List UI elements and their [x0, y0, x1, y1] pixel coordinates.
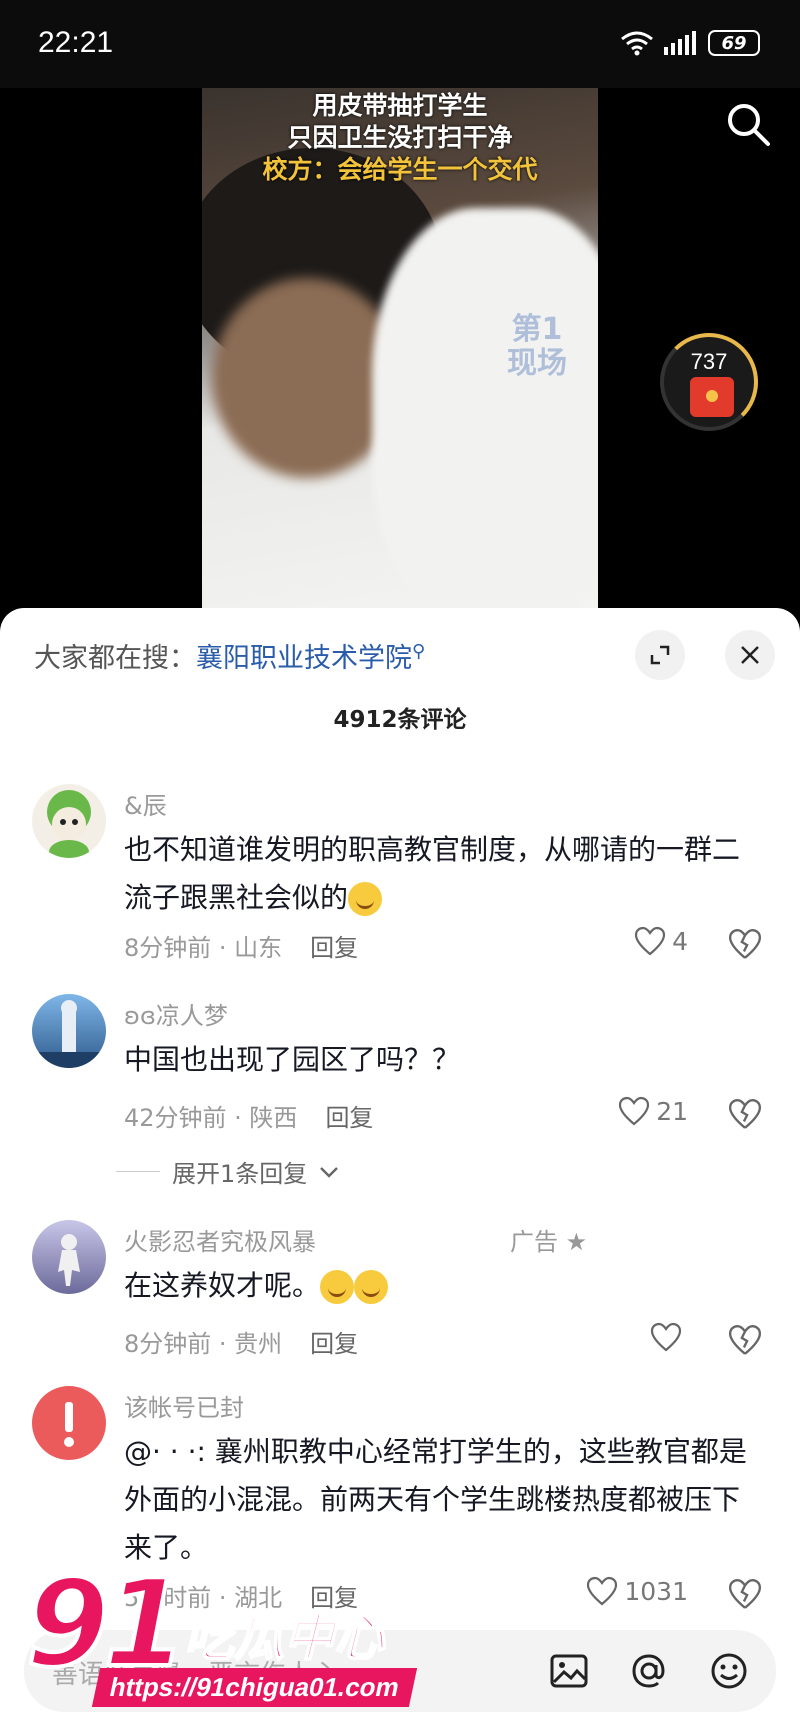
- comment-username[interactable]: &辰: [124, 786, 167, 821]
- image-button[interactable]: [544, 1646, 594, 1696]
- comment-text: 中国也出现了园区了吗？？: [124, 1043, 461, 1076]
- statue-avatar-icon: [32, 1000, 106, 1068]
- wifi-icon: [621, 31, 653, 56]
- comment-username[interactable]: ʚɞ凉人梦: [124, 996, 228, 1031]
- smirk-emoji-icon: [320, 1270, 355, 1304]
- comment-item: &辰 也不知道谁发明的职高教官制度，从哪请的一群二流子跟黑社会似的 8分钟前 ·…: [0, 784, 800, 984]
- alert-icon: [64, 1402, 74, 1447]
- battery-level: 69: [721, 32, 747, 54]
- video-caption: 用皮带抽打学生 只因卫生没打扫干净 校方：会给学生一个交代: [202, 88, 598, 186]
- broken-heart-icon: [728, 1325, 762, 1355]
- reply-button[interactable]: 回复: [325, 1104, 373, 1132]
- dislike-button[interactable]: [728, 1324, 762, 1358]
- status-time: 22:21: [38, 26, 114, 59]
- at-icon: [632, 1654, 665, 1688]
- hot-search-keyword[interactable]: 襄阳职业技术学院: [196, 643, 412, 674]
- comment-text-body: 也不知道谁发明的职高教官制度，从哪请的一群二流子跟黑社会似的: [124, 833, 741, 914]
- hot-search-label: 大家都在搜：: [34, 643, 196, 674]
- dislike-button[interactable]: [728, 1098, 762, 1132]
- broken-heart-icon: [728, 1099, 762, 1129]
- expand-icon: [650, 645, 670, 665]
- comment-time: 42分钟前 · 陕西: [124, 1104, 298, 1132]
- battery-icon: 69: [708, 30, 760, 56]
- avatar[interactable]: [32, 1386, 106, 1460]
- comment-meta: 42分钟前 · 陕西 回复: [124, 1098, 373, 1133]
- hot-search-bar[interactable]: 大家都在搜：襄阳职业技术学院⚲: [34, 636, 425, 675]
- comment-text: 也不知道谁发明的职高教官制度，从哪请的一群二流子跟黑社会似的: [124, 826, 764, 922]
- reward-count: 737: [690, 349, 728, 374]
- close-button[interactable]: [725, 630, 775, 680]
- status-icons: 69: [620, 30, 760, 56]
- ad-badge: 广告 ★: [510, 1228, 588, 1256]
- ninja-avatar-icon: [58, 1234, 80, 1286]
- chevron-down-icon: [320, 1166, 339, 1178]
- site-watermark-url: https://91chigua01.com: [91, 1668, 418, 1707]
- avatar[interactable]: [32, 784, 106, 858]
- heart-icon: [634, 926, 666, 956]
- signal-icon: [664, 31, 696, 55]
- video-frame: 用皮带抽打学生 只因卫生没打扫干净 校方：会给学生一个交代 第1现场: [202, 88, 598, 608]
- comment-username[interactable]: 火影忍者究极风暴: [124, 1222, 316, 1257]
- caption-line-1: 用皮带抽打学生: [312, 91, 488, 120]
- like-button[interactable]: [650, 1322, 688, 1352]
- red-envelope-reward[interactable]: 737: [660, 333, 758, 431]
- comment-username[interactable]: 该帐号已封: [124, 1388, 244, 1423]
- comment-item: 火影忍者究极风暴 广告 ★ 在这养奴才呢。 8分钟前 · 贵州 回复: [0, 1220, 800, 1390]
- like-count: 1031: [624, 1576, 688, 1606]
- divider-line: [116, 1171, 160, 1172]
- heart-icon: [619, 1096, 650, 1126]
- emoji-button[interactable]: [704, 1646, 754, 1696]
- like-button[interactable]: 21: [618, 1096, 688, 1126]
- reply-button[interactable]: 回复: [310, 1330, 358, 1358]
- heart-icon: [587, 1576, 618, 1606]
- expand-button[interactable]: [635, 630, 685, 680]
- search-icon: [728, 104, 770, 146]
- search-button[interactable]: [724, 100, 774, 150]
- comment-time: 8分钟前 · 贵州: [124, 1330, 283, 1358]
- site-watermark: 91 吃瓜中心 https://91chigua01.com: [24, 1558, 418, 1720]
- site-watermark-name: 吃瓜中心: [183, 1608, 385, 1668]
- plush-toy-avatar-icon: [47, 790, 91, 858]
- broken-heart-icon: [728, 1579, 762, 1609]
- video-watermark: 第1现场: [507, 312, 567, 381]
- reply-button[interactable]: 回复: [310, 934, 358, 962]
- expand-replies-button[interactable]: 展开1条回复: [116, 1154, 339, 1189]
- like-button[interactable]: 1031: [586, 1576, 688, 1606]
- like-count: 21: [656, 1096, 688, 1126]
- smirk-emoji-icon: [354, 1270, 389, 1304]
- heart-icon: [650, 1322, 682, 1352]
- like-count: 4: [672, 926, 688, 956]
- comment-text: @· · ·: 襄州职教中心经常打学生的，这些教官都是外面的小混混。前两天有个学…: [124, 1435, 747, 1564]
- search-small-icon: ⚲: [412, 641, 426, 662]
- video-player[interactable]: 用皮带抽打学生 只因卫生没打扫干净 校方：会给学生一个交代 第1现场 737: [0, 88, 800, 608]
- smirk-emoji-icon: [348, 882, 383, 916]
- comment-time: 8分钟前 · 山东: [124, 934, 283, 962]
- caption-line-2: 只因卫生没打扫干净: [287, 123, 513, 152]
- smiley-icon: [711, 1653, 747, 1689]
- comment-meta: 8分钟前 · 山东 回复: [124, 928, 358, 963]
- comment-text: 在这养奴才呢。: [124, 1262, 764, 1310]
- avatar[interactable]: [32, 1220, 106, 1294]
- image-icon: [550, 1654, 588, 1688]
- broken-heart-icon: [728, 929, 762, 959]
- red-envelope-icon: [690, 377, 734, 417]
- close-icon: [741, 646, 759, 664]
- comment-item: ʚɞ凉人梦 中国也出现了园区了吗？？ 42分钟前 · 陕西 回复 21 展开1条回…: [0, 994, 800, 1224]
- caption-line-3: 校方：会给学生一个交代: [262, 155, 538, 184]
- like-button[interactable]: 4: [634, 926, 688, 956]
- mention-button[interactable]: [624, 1646, 674, 1696]
- comment-count: 4912条评论: [333, 707, 467, 733]
- expand-replies-label: 展开1条回复: [172, 1160, 308, 1188]
- dislike-button[interactable]: [728, 928, 762, 962]
- comment-meta: 8分钟前 · 贵州 回复: [124, 1324, 358, 1359]
- comment-text-body: 在这养奴才呢。: [124, 1269, 321, 1302]
- avatar[interactable]: [32, 994, 106, 1068]
- status-bar: 22:21 69: [0, 0, 800, 88]
- dislike-button[interactable]: [728, 1578, 762, 1612]
